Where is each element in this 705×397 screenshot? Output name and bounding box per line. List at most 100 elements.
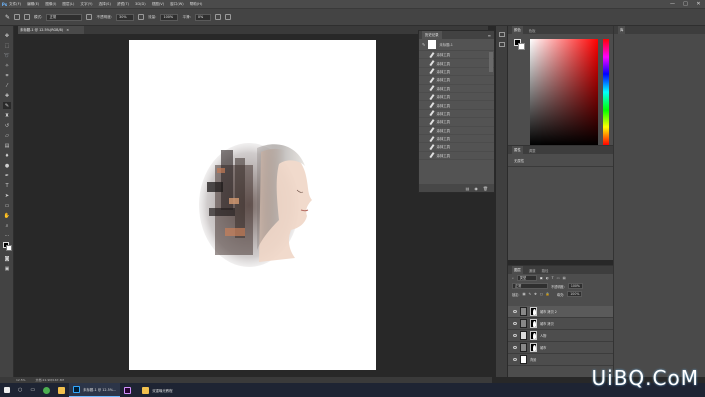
history-state[interactable]: 涂抹工具 (419, 152, 494, 161)
history-state[interactable]: 涂抹工具 (419, 143, 494, 152)
maximize-button[interactable]: □ (679, 1, 692, 7)
more-tools-icon[interactable]: ⋯ (3, 232, 11, 239)
lasso-tool-icon[interactable]: ➰ (3, 52, 11, 59)
pressure-opacity-icon[interactable] (86, 14, 93, 20)
screen-mode-icon[interactable]: ▣ (3, 265, 11, 272)
type-tool-icon[interactable]: T (3, 182, 11, 189)
color-swatch-fg-bg[interactable] (514, 39, 526, 51)
task-view-icon[interactable]: ▭ (26, 383, 39, 397)
visibility-eye-icon[interactable] (513, 321, 517, 325)
layer-mask-thumbnail[interactable] (530, 342, 537, 352)
layer-row[interactable]: 背景 (508, 354, 613, 366)
brush-preset-icon[interactable] (14, 14, 21, 20)
layer-row[interactable]: 城市 拷贝 (508, 318, 613, 330)
gradient-tool-icon[interactable]: ▤ (3, 142, 11, 149)
new-snapshot-icon[interactable]: ◉ (474, 186, 478, 191)
zoom-level[interactable]: 12.5% (16, 378, 26, 382)
color-picker-field[interactable] (530, 39, 598, 145)
marquee-tool-icon[interactable]: ⬚ (3, 42, 11, 49)
layer-mask-thumbnail[interactable] (530, 306, 537, 316)
layer-mask-thumbnail[interactable] (530, 318, 537, 328)
blur-tool-icon[interactable]: ♦ (3, 152, 11, 159)
fill-field[interactable]: 100% (567, 291, 583, 297)
opacity-field[interactable]: 30% (116, 13, 135, 21)
layer-row[interactable]: 城市 (508, 342, 613, 354)
smoothing-field[interactable]: 0% (194, 13, 211, 21)
history-state[interactable]: 涂抹工具 (419, 101, 494, 110)
menu-edit[interactable]: 编辑(E) (27, 2, 39, 7)
filter-pixel-icon[interactable]: ▣ (540, 276, 543, 280)
smoothing-settings-icon[interactable] (214, 14, 221, 20)
lock-transparency-icon[interactable]: ▦ (522, 292, 525, 296)
visibility-eye-icon[interactable] (513, 345, 517, 349)
visibility-eye-icon[interactable] (513, 333, 517, 337)
symmetry-icon[interactable] (224, 14, 231, 20)
minimize-button[interactable]: — (666, 1, 679, 7)
history-panel-title[interactable]: 历史记录 (422, 31, 442, 39)
layer-mask-thumbnail[interactable] (530, 330, 537, 340)
brush-settings-icon[interactable] (24, 14, 31, 20)
history-state[interactable]: 涂抹工具 (419, 76, 494, 85)
zoom-tool-icon[interactable]: ⌕ (3, 222, 11, 229)
hand-tool-icon[interactable]: ✋ (3, 212, 11, 219)
menu-window[interactable]: 窗口(W) (170, 2, 184, 7)
eyedropper-tool-icon[interactable]: ⁄ (3, 82, 11, 89)
filter-shape-icon[interactable]: ▭ (557, 276, 560, 280)
filter-smart-object-icon[interactable]: ▤ (563, 276, 566, 280)
info-panel-icon[interactable] (499, 42, 505, 47)
menu-help[interactable]: 帮助(H) (190, 2, 203, 7)
hue-slider[interactable] (603, 39, 609, 145)
lock-pixels-icon[interactable]: ✎ (528, 292, 531, 296)
tab-layers[interactable]: 图层 (512, 266, 523, 274)
foreground-background-swatch[interactable] (3, 242, 13, 252)
flow-field[interactable]: 100% (160, 13, 179, 21)
photoshop-logo-icon[interactable]: Ps (0, 0, 9, 8)
menu-type[interactable]: 文字(Y) (80, 2, 92, 7)
blend-mode-select[interactable]: 正常 (512, 283, 548, 289)
history-brush-tool-icon[interactable]: ↺ (3, 122, 11, 129)
browser-icon[interactable] (39, 383, 54, 397)
tab-properties[interactable]: 属性 (512, 146, 523, 154)
lock-artboard-icon[interactable]: ▢ (540, 292, 543, 296)
quick-select-tool-icon[interactable]: ✧ (3, 62, 11, 69)
tab-color[interactable]: 颜色 (512, 26, 523, 34)
menu-file[interactable]: 文件(F) (9, 2, 21, 7)
delete-state-icon[interactable]: 🗑 (483, 186, 488, 191)
menu-view[interactable]: 视图(V) (152, 2, 164, 7)
history-state[interactable]: 涂抹工具 (419, 68, 494, 77)
start-button[interactable] (0, 383, 14, 397)
history-scrollbar[interactable] (489, 52, 493, 72)
quick-mask-icon[interactable]: ◙ (3, 255, 11, 262)
document-tab[interactable]: 未标题-1 @ 12.5%(RGB/8) × (18, 26, 84, 34)
rectangle-tool-icon[interactable]: ▭ (3, 202, 11, 209)
history-state[interactable]: 涂抹工具 (419, 85, 494, 93)
crop-tool-icon[interactable]: ⌗ (3, 72, 11, 79)
brush-tool-icon[interactable]: ✎ (3, 102, 11, 109)
tab-swatches[interactable]: 色板 (529, 28, 536, 33)
history-state[interactable]: 涂抹工具 (419, 135, 494, 144)
menu-3d[interactable]: 3D(D) (135, 2, 146, 6)
menu-image[interactable]: 图像(I) (45, 2, 56, 7)
move-tool-icon[interactable]: ✥ (3, 32, 11, 39)
tab-adjustments[interactable]: 调整 (529, 148, 536, 153)
folder-icon[interactable] (54, 383, 69, 397)
layer-row[interactable]: 人物 (508, 330, 613, 342)
tab-channels[interactable]: 通道 (529, 268, 536, 273)
brush-tool-icon[interactable]: ✎ (5, 14, 10, 21)
filter-adjustment-icon[interactable]: ◐ (546, 276, 549, 280)
history-state[interactable]: 涂抹工具 (419, 93, 494, 102)
airbrush-icon[interactable] (138, 14, 145, 20)
lock-position-icon[interactable]: ✥ (534, 292, 537, 296)
panel-menu-icon[interactable]: ≡ (488, 33, 491, 38)
history-state[interactable]: 涂抹工具 (419, 127, 494, 135)
document-tab-close-icon[interactable]: × (66, 28, 69, 32)
new-document-from-state-icon[interactable]: ▤ (466, 186, 470, 191)
tab-libraries[interactable]: 库 (618, 26, 626, 34)
visibility-eye-icon[interactable] (513, 357, 517, 361)
history-state[interactable]: 涂抹工具 (419, 51, 494, 60)
tab-paths[interactable]: 路径 (542, 268, 549, 273)
history-state[interactable]: 涂抹工具 (419, 118, 494, 127)
document-canvas[interactable] (129, 40, 376, 370)
path-selection-tool-icon[interactable]: ➤ (3, 192, 11, 199)
layer-row[interactable]: 城市 拷贝 2 (508, 306, 613, 318)
